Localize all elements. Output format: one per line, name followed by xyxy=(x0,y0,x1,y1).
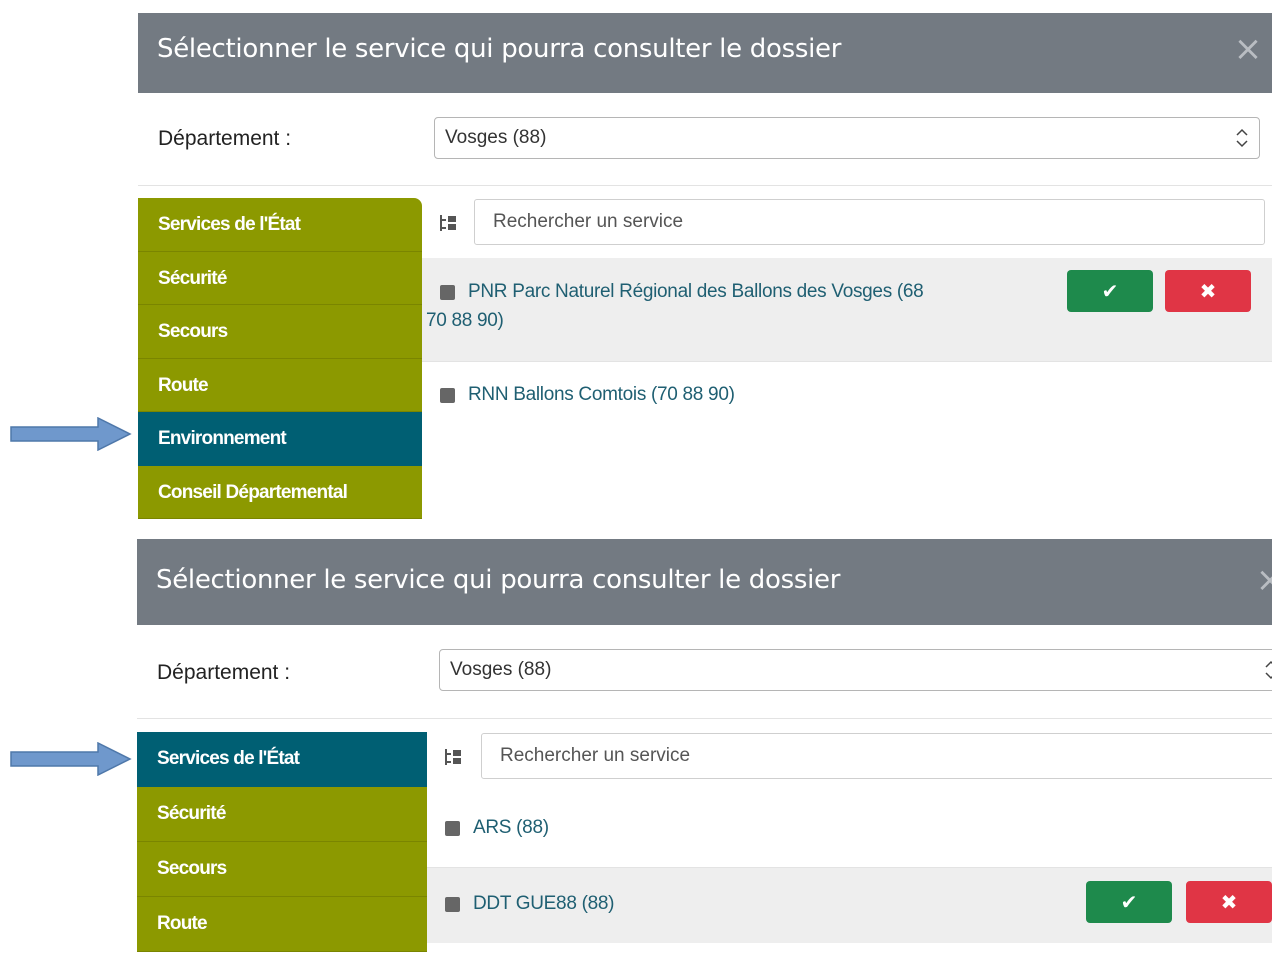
department-select[interactable]: Vosges (88) xyxy=(439,649,1272,691)
close-icon[interactable]: × xyxy=(1234,32,1263,66)
cancel-button[interactable]: ✖ xyxy=(1165,270,1251,312)
department-row: Département : Vosges (88) xyxy=(137,625,1272,719)
department-label: Département : xyxy=(157,661,291,684)
sidebar-item-securite[interactable]: Sécurité xyxy=(137,787,427,842)
cancel-button[interactable]: ✖ xyxy=(1186,881,1272,923)
sidebar-item-services-etat[interactable]: Services de l'État xyxy=(138,198,422,252)
sidebar-item-conseil-departemental[interactable]: Conseil Départemental xyxy=(138,465,422,519)
service-list-area: PNR Parc Naturel Régional des Ballons de… xyxy=(422,198,1272,520)
service-item-label[interactable]: RNN Ballons Comtois (70 88 90) xyxy=(468,380,735,409)
dialog-header: Sélectionner le service qui pourra consu… xyxy=(137,539,1272,625)
dialog-title: Sélectionner le service qui pourra consu… xyxy=(157,34,842,64)
sidebar-item-route[interactable]: Route xyxy=(138,358,422,412)
service-item-ars[interactable]: ARS (88) xyxy=(427,792,1272,868)
service-dialog-environnement: Sélectionner le service qui pourra consu… xyxy=(138,13,1272,520)
service-category-sidebar: Services de l'État Sécurité Secours Rout… xyxy=(138,198,422,519)
sidebar-item-environnement[interactable]: Environnement xyxy=(138,412,422,466)
annotation-arrow xyxy=(10,742,132,776)
search-input[interactable] xyxy=(481,733,1272,779)
search-row xyxy=(422,198,1272,258)
service-item-pnr-ballons-vosges[interactable]: PNR Parc Naturel Régional des Ballons de… xyxy=(422,258,1272,362)
chevron-updown-icon xyxy=(1265,660,1272,680)
dialog-title: Sélectionner le service qui pourra consu… xyxy=(156,565,841,595)
service-dialog-services-etat: Sélectionner le service qui pourra consu… xyxy=(137,539,1272,955)
annotation-arrow xyxy=(10,417,132,451)
sidebar-item-services-etat[interactable]: Services de l'État xyxy=(137,732,427,787)
search-input[interactable] xyxy=(474,199,1265,245)
service-item-label[interactable]: ARS (88) xyxy=(473,813,549,842)
sidebar-item-securite[interactable]: Sécurité xyxy=(138,251,422,305)
department-select-value: Vosges (88) xyxy=(445,127,547,148)
close-icon[interactable]: × xyxy=(1256,563,1272,597)
tree-view-icon[interactable] xyxy=(445,749,461,765)
service-checkbox[interactable] xyxy=(440,388,455,403)
sidebar-item-route[interactable]: Route xyxy=(137,897,427,952)
service-checkbox[interactable] xyxy=(445,897,460,912)
service-item-rnn-ballons-comtois[interactable]: RNN Ballons Comtois (70 88 90) xyxy=(422,362,1272,432)
service-list-area: ARS (88) DDT GUE88 (88) ✔ ✖ xyxy=(427,732,1272,955)
service-checkbox[interactable] xyxy=(445,821,460,836)
tree-view-icon[interactable] xyxy=(440,215,456,231)
confirm-button[interactable]: ✔ xyxy=(1086,881,1172,923)
confirm-button[interactable]: ✔ xyxy=(1067,270,1153,312)
service-item-label[interactable]: DDT GUE88 (88) xyxy=(473,889,614,918)
sidebar-item-secours[interactable]: Secours xyxy=(138,305,422,359)
service-item-label[interactable]: PNR Parc Naturel Régional des Ballons de… xyxy=(426,277,946,335)
dialog-header: Sélectionner le service qui pourra consu… xyxy=(138,13,1272,93)
search-row xyxy=(427,732,1272,792)
department-select-value: Vosges (88) xyxy=(450,659,552,680)
department-row: Département : Vosges (88) xyxy=(138,93,1272,186)
department-label: Département : xyxy=(158,127,292,150)
department-select[interactable]: Vosges (88) xyxy=(434,117,1260,159)
chevron-updown-icon xyxy=(1236,128,1248,148)
sidebar-item-secours[interactable]: Secours xyxy=(137,842,427,897)
service-item-ddt-gue88[interactable]: DDT GUE88 (88) ✔ ✖ xyxy=(427,868,1272,943)
service-category-sidebar: Services de l'État Sécurité Secours Rout… xyxy=(137,732,427,952)
